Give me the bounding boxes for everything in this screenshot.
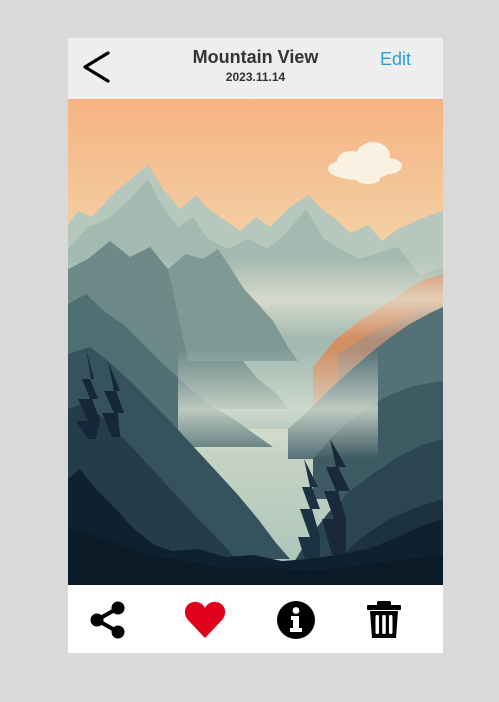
favorite-button[interactable] [183,600,227,640]
photo-viewer: Mountain View 2023.11.14 Edit [68,38,443,653]
photo-date: 2023.11.14 [225,70,286,84]
heart-icon [184,601,226,638]
delete-button[interactable] [364,600,404,640]
share-icon [90,601,125,639]
top-bar: Mountain View 2023.11.14 Edit [68,38,443,99]
photo-image[interactable] [68,99,443,585]
info-icon [277,601,315,639]
share-button[interactable] [88,600,128,640]
bottom-toolbar [68,585,443,653]
edit-button[interactable]: Edit [380,49,411,70]
trash-icon [367,601,401,638]
info-button[interactable] [276,600,316,640]
